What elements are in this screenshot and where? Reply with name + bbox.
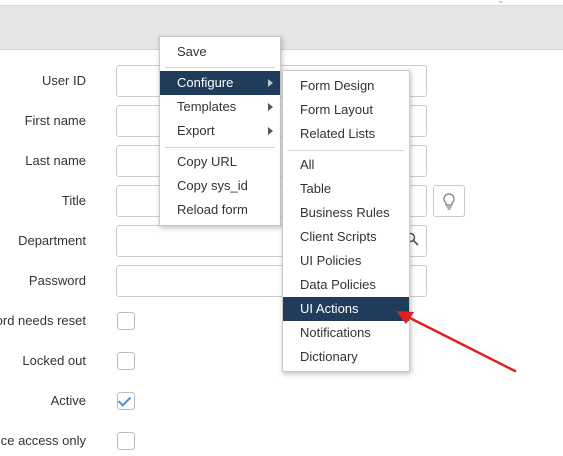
locked-out-checkbox[interactable]: [117, 352, 135, 370]
submenu-item-form-design-label: Form Design: [300, 78, 375, 93]
submenu-item-table-label: Table: [300, 181, 332, 196]
submenu-item-ui-actions-label: UI Actions: [300, 301, 359, 316]
menu-item-export-label: Export: [177, 123, 215, 138]
form-header-bar: [0, 6, 563, 50]
submenu-item-client-scripts[interactable]: Client Scripts: [283, 225, 409, 249]
submenu-item-notifications[interactable]: Notifications: [283, 321, 409, 345]
submenu-item-ui-actions[interactable]: UI Actions: [283, 297, 409, 321]
submenu-item-dictionary[interactable]: Dictionary: [283, 345, 409, 369]
chevron-right-icon: [268, 79, 273, 87]
submenu-item-related-lists-label: Related Lists: [300, 126, 376, 141]
label-first-name: First name: [24, 113, 86, 128]
label-title: Title: [61, 193, 86, 208]
submenu-item-form-design[interactable]: Form Design: [283, 74, 409, 98]
submenu-item-all[interactable]: All: [283, 153, 409, 177]
label-active: Active: [50, 393, 86, 408]
label-user-id: User ID: [41, 73, 86, 88]
submenu-item-business-rules-label: Business Rules: [300, 205, 390, 220]
chevron-right-icon: [268, 127, 273, 135]
menu-item-save[interactable]: Save: [160, 40, 280, 64]
menu-item-copy-url-label: Copy URL: [177, 154, 237, 169]
label-password-needs-reset: ord needs reset: [0, 313, 86, 328]
configure-submenu: Form Design Form Layout Related Lists Al…: [282, 70, 410, 372]
password-needs-reset-checkbox[interactable]: [117, 312, 135, 330]
menu-item-copy-sys-id-label: Copy sys_id: [177, 178, 248, 193]
submenu-item-form-layout[interactable]: Form Layout: [283, 98, 409, 122]
menu-item-export[interactable]: Export: [160, 119, 280, 143]
form-context-menu: Save Configure Templates Export Copy URL…: [159, 36, 281, 226]
submenu-item-dictionary-label: Dictionary: [300, 349, 358, 364]
menu-item-templates[interactable]: Templates: [160, 95, 280, 119]
web-service-access-only-checkbox[interactable]: [117, 432, 135, 450]
submenu-item-table[interactable]: Table: [283, 177, 409, 201]
label-last-name: Last name: [25, 153, 86, 168]
submenu-item-ui-policies[interactable]: UI Policies: [283, 249, 409, 273]
checkmark-icon: [117, 393, 132, 407]
submenu-item-all-label: All: [300, 157, 315, 172]
submenu-item-business-rules[interactable]: Business Rules: [283, 201, 409, 225]
submenu-item-client-scripts-label: Client Scripts: [300, 229, 377, 244]
submenu-item-ui-policies-label: UI Policies: [300, 253, 362, 268]
label-web-service-access-only: ce access only: [0, 433, 86, 448]
active-checkbox[interactable]: [117, 392, 135, 410]
menu-divider: [165, 67, 275, 68]
menu-item-save-label: Save: [177, 44, 207, 59]
label-locked-out: Locked out: [22, 353, 86, 368]
submenu-item-form-layout-label: Form Layout: [300, 102, 373, 117]
suggestion-button[interactable]: [433, 185, 465, 217]
lightbulb-icon: [443, 193, 455, 210]
menu-item-templates-label: Templates: [177, 99, 237, 114]
menu-divider: [165, 147, 275, 148]
menu-item-copy-sys-id[interactable]: Copy sys_id: [160, 174, 280, 198]
submenu-item-notifications-label: Notifications: [300, 325, 371, 340]
menu-divider: [288, 150, 404, 151]
label-department: Department: [18, 233, 86, 248]
submenu-item-data-policies-label: Data Policies: [300, 277, 376, 292]
menu-item-reload-form[interactable]: Reload form: [160, 198, 280, 222]
submenu-item-data-policies[interactable]: Data Policies: [283, 273, 409, 297]
label-password: Password: [28, 273, 86, 288]
submenu-item-related-lists[interactable]: Related Lists: [283, 122, 409, 146]
menu-item-reload-form-label: Reload form: [177, 202, 248, 217]
chevron-right-icon: [268, 103, 273, 111]
menu-item-configure[interactable]: Configure: [160, 71, 280, 95]
menu-item-copy-url[interactable]: Copy URL: [160, 150, 280, 174]
menu-item-configure-label: Configure: [177, 75, 234, 90]
